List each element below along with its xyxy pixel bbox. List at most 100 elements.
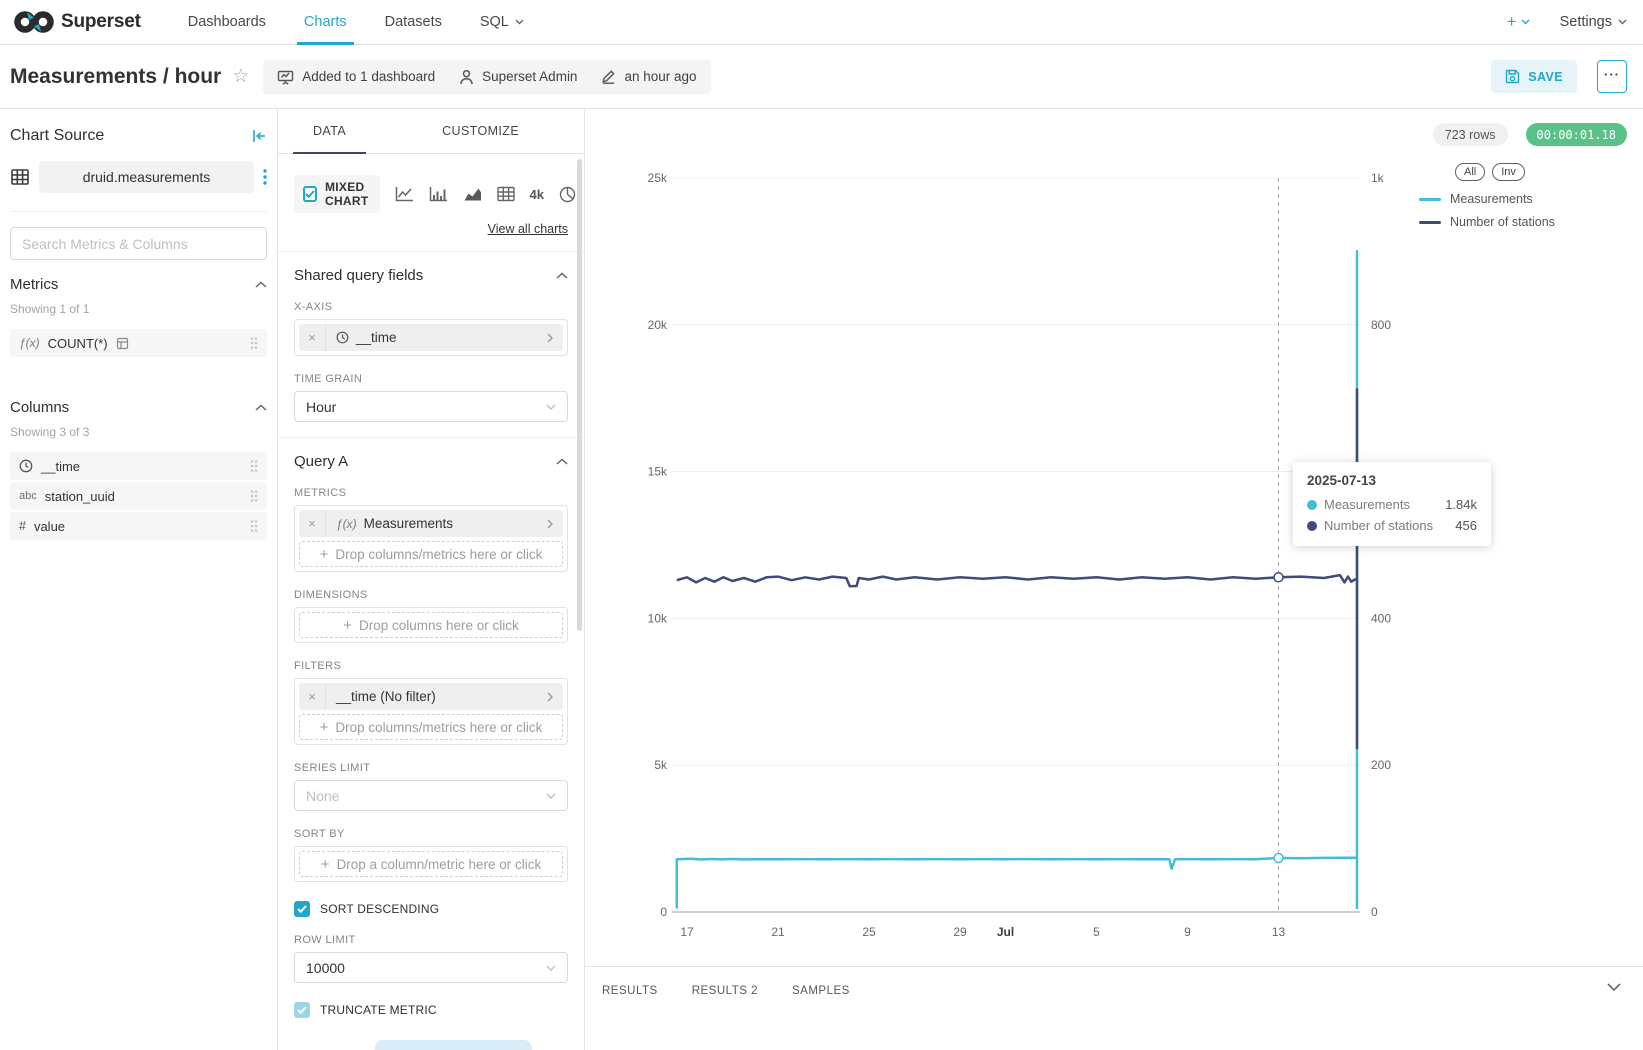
owner-info[interactable]: Superset Admin [459, 69, 577, 85]
chart-source-panel: Chart Source druid.measurements Metrics [0, 109, 278, 1050]
x-axis-chip[interactable]: × __time [299, 324, 563, 351]
last-modified-info[interactable]: an hour ago [601, 69, 696, 84]
truncate-metric-row: TRUNCATE METRIC [294, 1002, 568, 1018]
svg-text:21: 21 [771, 925, 785, 939]
legend-swatch [1419, 221, 1441, 224]
filters-drop-zone[interactable]: + Drop columns/metrics here or click [299, 714, 563, 740]
plus-icon: + [321, 857, 330, 872]
collapse-panel-icon[interactable] [252, 129, 267, 143]
nav-dashboards[interactable]: Dashboards [169, 0, 285, 44]
chart-legend: All Inv Measurements Number of stations [1419, 163, 1609, 238]
chart-canvas[interactable]: 25k1k20k80015k60010k4005k2000017212529Ju… [585, 159, 1643, 969]
tab-customize[interactable]: CUSTOMIZE [422, 109, 539, 153]
tab-results[interactable]: RESULTS [602, 985, 658, 997]
dimensions-control: + Drop columns here or click [294, 607, 568, 643]
nav-right: + Settings [1507, 12, 1627, 32]
column-item-station-uuid[interactable]: abc station_uuid [10, 482, 267, 510]
function-icon: ƒ(x) [336, 517, 357, 531]
series-limit-select[interactable]: None [294, 780, 568, 811]
svg-text:29: 29 [953, 925, 967, 939]
chevron-right-icon [537, 333, 563, 343]
column-item-value[interactable]: # value [10, 512, 267, 540]
pie-chart-icon[interactable] [559, 186, 576, 203]
nav-datasets[interactable]: Datasets [366, 0, 461, 44]
metric-item-count[interactable]: ƒ(x) COUNT(*) [10, 329, 267, 357]
divider [278, 437, 584, 438]
text-type-icon: abc [19, 490, 37, 502]
number-type-icon: # [19, 519, 26, 533]
chart-source-heading: Chart Source [10, 127, 104, 145]
remove-icon[interactable]: × [299, 324, 326, 351]
legend-item-measurements[interactable]: Measurements [1419, 192, 1609, 206]
svg-text:0: 0 [1371, 905, 1378, 919]
dashboards-added-info[interactable]: Added to 1 dashboard [277, 69, 435, 85]
dataset-selector[interactable]: druid.measurements [39, 161, 254, 193]
drag-handle-icon[interactable] [250, 489, 258, 503]
chevron-right-icon [537, 519, 563, 529]
more-options-button[interactable]: ··· [1597, 60, 1627, 93]
column-item-time[interactable]: __time [10, 452, 267, 480]
tab-data[interactable]: DATA [293, 109, 366, 153]
remove-icon[interactable]: × [299, 683, 326, 710]
line-chart-icon[interactable] [395, 186, 414, 202]
metrics-drop-zone[interactable]: + Drop columns/metrics here or click [299, 541, 563, 567]
sort-descending-checkbox[interactable] [294, 901, 310, 917]
table-icon [10, 167, 30, 187]
nav-charts[interactable]: Charts [285, 0, 366, 44]
drag-handle-icon[interactable] [250, 459, 258, 473]
drag-handle-icon[interactable] [250, 519, 258, 533]
chart-axis-labels: 25k1k20k80015k60010k4005k2000017212529Ju… [648, 171, 1392, 939]
filter-chip[interactable]: × __time (No filter) [299, 683, 563, 710]
view-all-charts-link[interactable]: View all charts [488, 222, 568, 236]
metrics-search [10, 227, 267, 260]
primary-nav: Dashboards Charts Datasets SQL [169, 0, 543, 44]
user-icon [459, 69, 474, 85]
drag-handle-icon[interactable] [250, 336, 258, 350]
viz-type-selected[interactable]: MIXED CHART [294, 175, 380, 213]
bar-chart-icon[interactable] [429, 186, 448, 202]
chevron-up-icon[interactable] [556, 272, 568, 279]
legend-inv-button[interactable]: Inv [1492, 163, 1525, 181]
chevron-up-icon[interactable] [255, 281, 267, 288]
legend-item-number-of-stations[interactable]: Number of stations [1419, 215, 1609, 229]
chevron-up-icon[interactable] [556, 458, 568, 465]
area-chart-icon[interactable] [463, 186, 482, 202]
chart-badges: 723 rows 00:00:01.18 [1433, 123, 1627, 146]
chart-panel: 723 rows 00:00:01.18 All Inv Measurement… [585, 109, 1643, 1050]
superset-logo[interactable]: Superset [14, 9, 141, 35]
metric-chip[interactable]: × ƒ(x) Measurements [299, 510, 563, 537]
columns-count: Showing 3 of 3 [10, 425, 267, 439]
metrics-count: Showing 1 of 1 [10, 302, 267, 316]
row-limit-select[interactable]: 10000 [294, 952, 568, 983]
scrollbar-thumb[interactable] [577, 159, 582, 631]
chevron-up-icon[interactable] [255, 404, 267, 411]
time-grain-label: TIME GRAIN [294, 373, 568, 385]
collapse-results-chevron-icon[interactable] [1607, 979, 1621, 997]
favorite-star-icon[interactable]: ☆ [232, 65, 249, 88]
chart-metadata-bar: Added to 1 dashboard Superset Admin an h… [263, 60, 710, 94]
big-number-chart-icon[interactable]: 4k [530, 187, 544, 202]
settings-menu[interactable]: Settings [1560, 14, 1627, 30]
remove-icon[interactable]: × [299, 510, 326, 537]
plus-icon: + [320, 720, 329, 735]
save-button[interactable]: SAVE [1491, 60, 1577, 93]
tooltip-sliver [375, 1040, 532, 1050]
truncate-metric-checkbox[interactable] [294, 1002, 310, 1018]
tab-samples[interactable]: SAMPLES [792, 985, 850, 997]
dataset-options-kebab-icon[interactable] [263, 169, 267, 185]
brand-name: Superset [61, 11, 141, 33]
svg-text:9: 9 [1184, 925, 1191, 939]
dimensions-drop-zone[interactable]: + Drop columns here or click [299, 612, 563, 638]
search-input[interactable] [10, 227, 267, 260]
tab-results-2[interactable]: RESULTS 2 [692, 985, 758, 997]
svg-text:Jul: Jul [997, 925, 1014, 939]
tooltip-row: Number of stations 456 [1307, 518, 1477, 533]
legend-all-button[interactable]: All [1455, 163, 1485, 181]
sort-by-drop-zone[interactable]: + Drop a column/metric here or click [299, 851, 563, 877]
table-chart-icon[interactable] [497, 186, 515, 202]
row-limit-label: ROW LIMIT [294, 934, 568, 946]
new-item-button[interactable]: + [1507, 12, 1530, 32]
nav-sql[interactable]: SQL [461, 0, 543, 44]
metrics-control: × ƒ(x) Measurements + Drop columns/metri… [294, 505, 568, 572]
time-grain-select[interactable]: Hour [294, 391, 568, 422]
